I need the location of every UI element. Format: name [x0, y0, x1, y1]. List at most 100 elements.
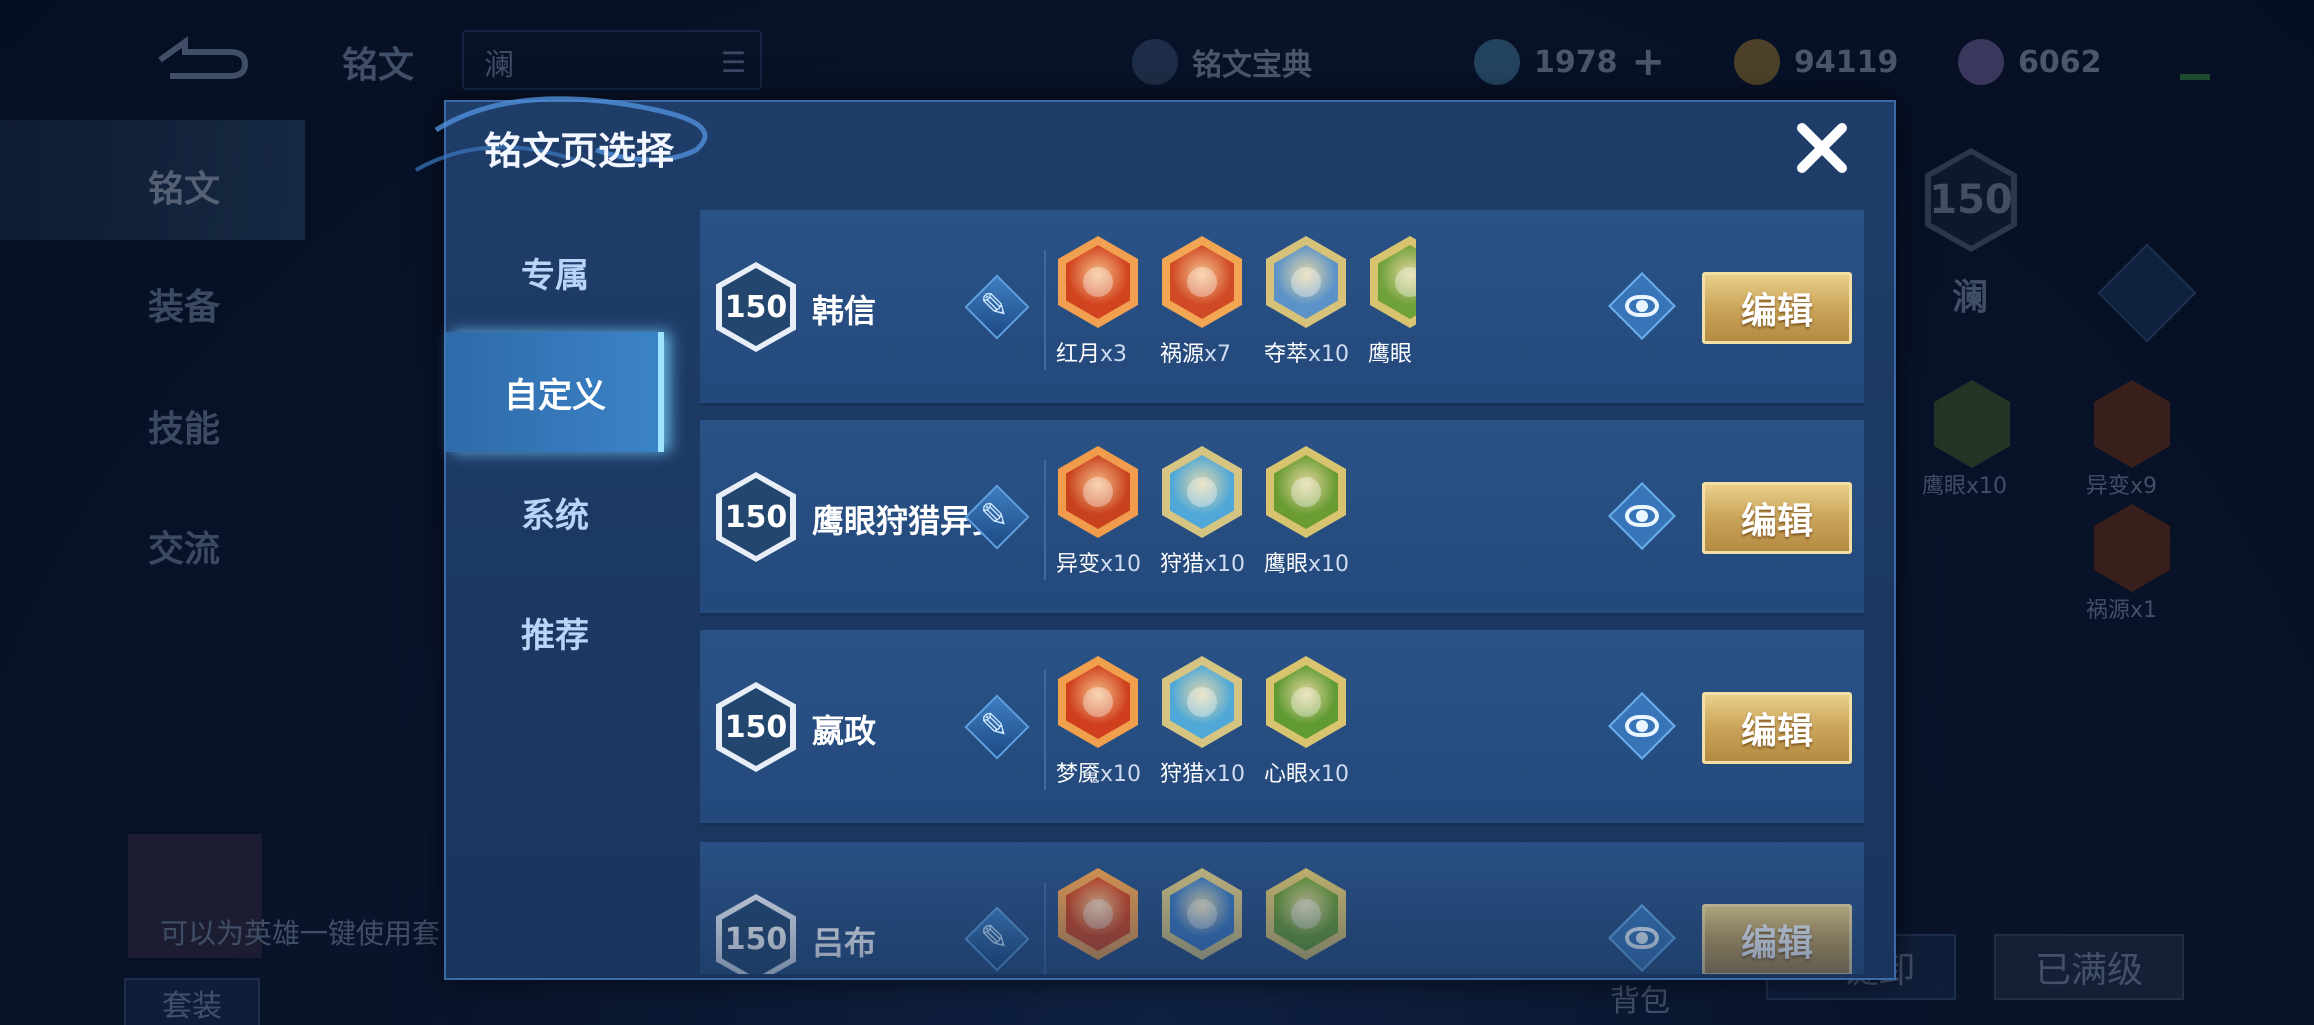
- bag-label: 背包: [1610, 984, 1670, 1019]
- rune-slot[interactable]: 鹰眼: [1368, 236, 1416, 368]
- rune-icon: [1162, 656, 1242, 748]
- left-menu-skill[interactable]: 技能: [148, 400, 220, 452]
- rune-core: [1274, 245, 1338, 319]
- back-icon[interactable]: [150, 32, 250, 82]
- rune-icon: [1162, 446, 1242, 538]
- rune-icon: [1266, 446, 1346, 538]
- side-rune-mutation-label: 异变x9: [2086, 474, 2158, 499]
- close-icon: [1797, 123, 1847, 173]
- rune-core: [1274, 665, 1338, 739]
- left-menu-rune[interactable]: 铭文: [148, 160, 220, 212]
- rename-button[interactable]: ✎: [964, 906, 1030, 972]
- rune-label: 夺萃x10: [1264, 336, 1368, 368]
- tab-exclusive[interactable]: 专属: [446, 212, 664, 332]
- rename-button[interactable]: ✎: [964, 694, 1030, 760]
- eye-pupil: [1636, 932, 1648, 944]
- maxed-button: 已满级: [1994, 934, 2184, 1000]
- rename-button[interactable]: ✎: [964, 484, 1030, 550]
- rune-emblem: [1083, 477, 1113, 507]
- page-level-badge: 150: [716, 894, 796, 974]
- page-level-value: 150: [722, 478, 790, 556]
- rune-name: 红月: [1056, 342, 1101, 367]
- eye-pupil: [1636, 720, 1648, 732]
- rune-count: x3: [1100, 342, 1128, 367]
- rune-emblem: [1187, 267, 1217, 297]
- quill-icon: ✎: [980, 496, 1009, 536]
- edit-button[interactable]: 编辑: [1702, 272, 1852, 344]
- rune-page-row[interactable]: 150 鹰眼狩猎异变 ✎ 异变x10 狩猎x10: [700, 420, 1864, 616]
- row-divider: [1044, 460, 1046, 580]
- preview-button[interactable]: [1608, 272, 1676, 340]
- quill-icon: ✎: [980, 706, 1009, 746]
- suit-button[interactable]: 套装: [124, 978, 260, 1025]
- rune-slot[interactable]: 狩猎x10: [1160, 446, 1264, 578]
- codex-icon: [1132, 39, 1178, 85]
- rune-slot[interactable]: [1056, 868, 1160, 968]
- rune-icon: [1058, 868, 1138, 960]
- rune-slot[interactable]: 狩猎x10: [1160, 656, 1264, 788]
- side-rune-hawkeye-icon[interactable]: [1934, 380, 2010, 468]
- side-rune-source-icon[interactable]: [2094, 504, 2170, 592]
- rune-page-list[interactable]: 150 韩信 ✎ 红月x3 祸源x7 夺萃x10 鹰眼 编辑 150 鹰眼狩猎异…: [700, 206, 1870, 974]
- rune-core: [1274, 455, 1338, 529]
- left-menu-equipment[interactable]: 装备: [148, 278, 220, 330]
- tab-system[interactable]: 系统: [446, 452, 664, 572]
- side-rune-hawkeye-label: 鹰眼x10: [1922, 474, 2008, 499]
- wifi-icon: [2180, 40, 2210, 80]
- rune-page-row[interactable]: 150 嬴政 ✎ 梦魇x10 狩猎x10 心眼x10 编辑: [700, 630, 1864, 826]
- rune-icon: [1058, 446, 1138, 538]
- rune-slot[interactable]: 夺萃x10: [1264, 236, 1368, 368]
- rune-count: x10: [1100, 762, 1142, 787]
- rune-count: x7: [1204, 342, 1232, 367]
- rune-slot[interactable]: 祸源x7: [1160, 236, 1264, 368]
- rune-slot[interactable]: [1264, 868, 1368, 968]
- page-name: 嬴政: [812, 712, 877, 750]
- rune-emblem: [1083, 267, 1113, 297]
- crystal-counter[interactable]: 1978 +: [1474, 36, 1665, 88]
- edit-button[interactable]: 编辑: [1702, 482, 1852, 554]
- rune-slot[interactable]: 心眼x10: [1264, 656, 1368, 788]
- gold-coin-icon: [1734, 39, 1780, 85]
- rune-core: [1170, 877, 1234, 951]
- row-divider: [1044, 882, 1046, 974]
- list-icon[interactable]: ☰: [721, 46, 746, 79]
- rune-count: x10: [1308, 552, 1350, 577]
- rune-page-row[interactable]: 150 吕布 ✎ 编辑: [700, 842, 1864, 974]
- left-menu-chat[interactable]: 交流: [148, 520, 220, 572]
- hint-text: 可以为英雄一键使用套: [160, 917, 441, 950]
- rune-name: 鹰眼: [1264, 552, 1309, 577]
- rune-slot[interactable]: 异变x10: [1056, 446, 1160, 578]
- rune-label: 狩猎x10: [1160, 756, 1264, 788]
- menu-icon[interactable]: [2097, 243, 2197, 343]
- page-level-value: 150: [722, 688, 790, 766]
- codex-label: 铭文宝典: [1192, 48, 1312, 83]
- page-level-value: 150: [722, 268, 790, 346]
- preview-button[interactable]: [1608, 692, 1676, 760]
- tab-recommended[interactable]: 推荐: [446, 572, 664, 692]
- preview-button[interactable]: [1608, 904, 1676, 972]
- rune-fragment-icon: [1958, 39, 2004, 85]
- fragment-counter: 6062: [1958, 36, 2102, 88]
- rune-slot[interactable]: 鹰眼x10: [1264, 446, 1368, 578]
- rune-page-row[interactable]: 150 韩信 ✎ 红月x3 祸源x7 夺萃x10 鹰眼 编辑: [700, 210, 1864, 406]
- rename-button[interactable]: ✎: [964, 274, 1030, 340]
- page-level-value: 150: [722, 900, 790, 974]
- rune-name: 鹰眼: [1368, 342, 1413, 367]
- tab-custom[interactable]: 自定义: [446, 332, 664, 452]
- edit-button[interactable]: 编辑: [1702, 692, 1852, 764]
- rune-slot[interactable]: 梦魇x10: [1056, 656, 1160, 788]
- rune-icon: [1266, 656, 1346, 748]
- page-level-badge: 150: [716, 262, 796, 352]
- rune-codex-button[interactable]: 铭文宝典: [1132, 36, 1312, 88]
- rune-slot[interactable]: [1160, 868, 1264, 968]
- rune-icon: [1162, 236, 1242, 328]
- hero-search-input[interactable]: 澜 ☰: [462, 30, 762, 90]
- edit-button[interactable]: 编辑: [1702, 904, 1852, 974]
- add-icon[interactable]: +: [1632, 39, 1666, 85]
- preview-button[interactable]: [1608, 482, 1676, 550]
- close-button[interactable]: [1790, 116, 1854, 180]
- side-rune-mutation-icon[interactable]: [2094, 380, 2170, 468]
- rune-slot[interactable]: 红月x3: [1056, 236, 1160, 368]
- rune-icon: [1266, 868, 1346, 960]
- dialog-title: 铭文页选择: [484, 129, 675, 173]
